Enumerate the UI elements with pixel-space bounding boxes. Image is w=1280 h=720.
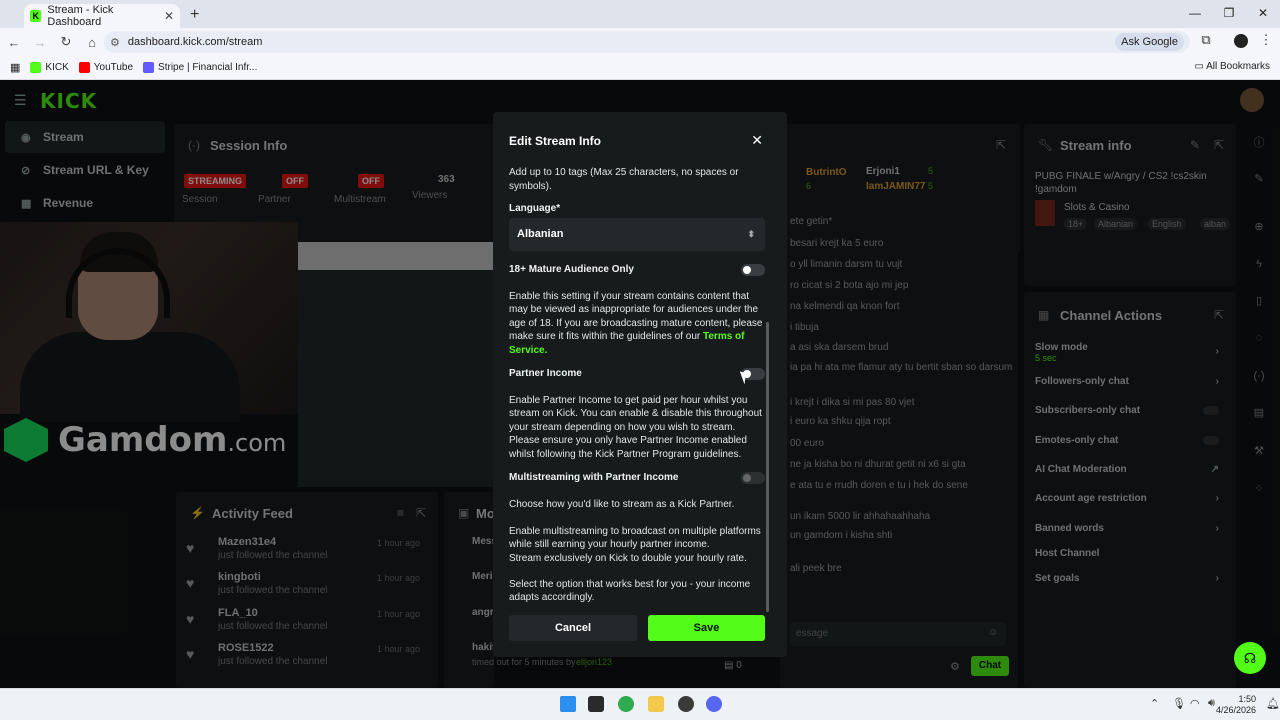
window-controls: — ❐ ✕ — [1178, 0, 1280, 28]
tags-hint: Add up to 10 tags (Max 25 characters, no… — [509, 167, 739, 192]
multistream-exclusive-text: Stream exclusively on Kick to double you… — [509, 553, 747, 564]
toggle-knob — [743, 266, 751, 274]
kick-bookmark-icon — [30, 62, 42, 73]
clock-time: 1:50 — [1238, 694, 1256, 704]
notification-bell-icon[interactable]: 🔔︎ — [1266, 697, 1280, 710]
language-label: Language* — [509, 203, 561, 214]
wifi-icon[interactable]: ◠ — [1190, 697, 1200, 710]
multistream-enable-text: Enable multistreaming to broadcast on mu… — [509, 526, 761, 551]
menu-kebab-icon[interactable]: ⋮ — [1256, 32, 1276, 48]
minimize-icon[interactable]: — — [1178, 0, 1212, 28]
terminal-icon[interactable] — [588, 696, 604, 712]
multistream-partner-row: Multistreaming with Partner Income — [509, 472, 767, 483]
tray-chevron-icon[interactable]: ⌃ — [1150, 697, 1159, 710]
obs-icon[interactable] — [678, 696, 694, 712]
folder-icon: ▭ — [1194, 61, 1207, 72]
partner-income-description: Enable Partner Income to get paid per ho… — [509, 395, 762, 460]
bookmark-youtube[interactable]: YouTube — [78, 62, 133, 73]
forward-icon[interactable]: → — [28, 35, 52, 50]
reload-icon[interactable]: ↻ — [54, 34, 78, 50]
discord-icon[interactable] — [706, 696, 722, 712]
bookmarks-bar: ▦ KICK YouTube Stripe | Financial Infr..… — [0, 56, 1280, 80]
ask-google-button[interactable]: Ask Google — [1115, 33, 1184, 51]
stripe-icon — [143, 62, 155, 73]
modal-title: Edit Stream Info — [509, 134, 602, 148]
os-taskbar: ⌃ 🎙︎ ◠ 🔊︎ 1:50 4/26/2026 🔔︎ — [0, 688, 1280, 720]
modal-scrollbar[interactable] — [766, 322, 769, 612]
cancel-button[interactable]: Cancel — [509, 615, 637, 641]
youtube-icon — [78, 62, 90, 73]
language-value: Albanian — [517, 228, 564, 240]
multistream-select-text: Select the option that works best for yo… — [509, 579, 751, 604]
support-headset-button[interactable]: ☊ — [1234, 642, 1266, 674]
system-clock[interactable]: 1:50 4/26/2026 — [1216, 694, 1256, 716]
all-bookmarks-button[interactable]: ▭ All Bookmarks — [1194, 61, 1270, 72]
close-tab-icon[interactable]: ✕ — [164, 9, 174, 23]
multistream-label: Multistreaming with Partner Income — [509, 472, 679, 483]
language-select[interactable]: Albanian ⬍ — [509, 218, 765, 251]
toggle-knob — [743, 474, 751, 482]
chrome-icon[interactable] — [618, 696, 634, 712]
tab-title: Stream - Kick Dashboard — [47, 4, 114, 28]
profile-avatar[interactable] — [1234, 34, 1248, 48]
kick-favicon: K — [30, 10, 42, 22]
close-icon[interactable]: ✕ — [751, 132, 763, 149]
partner-income-label: Partner Income — [509, 368, 582, 379]
start-windows-icon[interactable] — [560, 696, 576, 712]
edit-stream-info-modal: Edit Stream Info ✕ Add up to 10 tags (Ma… — [493, 112, 787, 657]
bookmark-kick[interactable]: KICK — [30, 62, 69, 73]
browser-tab-strip: K Stream - Kick Dashboard ✕ + — ❐ ✕ — [0, 0, 1280, 28]
mature-description: Enable this setting if your stream conta… — [509, 291, 763, 356]
partner-income-row: Partner Income — [509, 368, 767, 379]
home-icon[interactable]: ⌂ — [80, 35, 104, 50]
close-window-icon[interactable]: ✕ — [1246, 0, 1280, 28]
address-toolbar: ← → ↻ ⌂ ⚙ dashboard.kick.com/stream Ask … — [0, 28, 1280, 56]
multistream-partner-toggle[interactable] — [741, 472, 765, 484]
new-tab-icon[interactable]: + — [190, 6, 199, 24]
browser-tab[interactable]: K Stream - Kick Dashboard ✕ — [24, 4, 180, 28]
url-bar[interactable]: ⚙ dashboard.kick.com/stream — [104, 31, 1190, 53]
maximize-icon[interactable]: ❐ — [1212, 0, 1246, 28]
mature-audience-toggle[interactable] — [741, 264, 765, 276]
back-icon[interactable]: ← — [2, 35, 26, 50]
clock-date: 4/26/2026 — [1215, 705, 1256, 715]
site-info-icon[interactable]: ⚙ — [110, 36, 120, 49]
extensions-icon[interactable]: ⧉ — [1196, 32, 1216, 48]
mature-label: 18+ Mature Audience Only — [509, 264, 634, 275]
volume-icon[interactable]: 🔊︎ — [1208, 697, 1215, 710]
bookmark-stripe[interactable]: Stripe | Financial Infr... — [143, 62, 257, 73]
mature-audience-row: 18+ Mature Audience Only — [509, 264, 767, 275]
url-text: dashboard.kick.com/stream — [127, 36, 263, 48]
select-arrows-icon: ⬍ — [747, 229, 755, 239]
file-explorer-icon[interactable] — [648, 696, 664, 712]
save-button[interactable]: Save — [648, 615, 765, 641]
microphone-icon[interactable]: 🎙︎ — [1172, 697, 1186, 710]
apps-grid-icon[interactable]: ▦ — [10, 61, 20, 74]
multistream-choose-text: Choose how you'd like to stream as a Kic… — [509, 499, 735, 510]
headset-icon: ☊ — [1243, 650, 1257, 666]
